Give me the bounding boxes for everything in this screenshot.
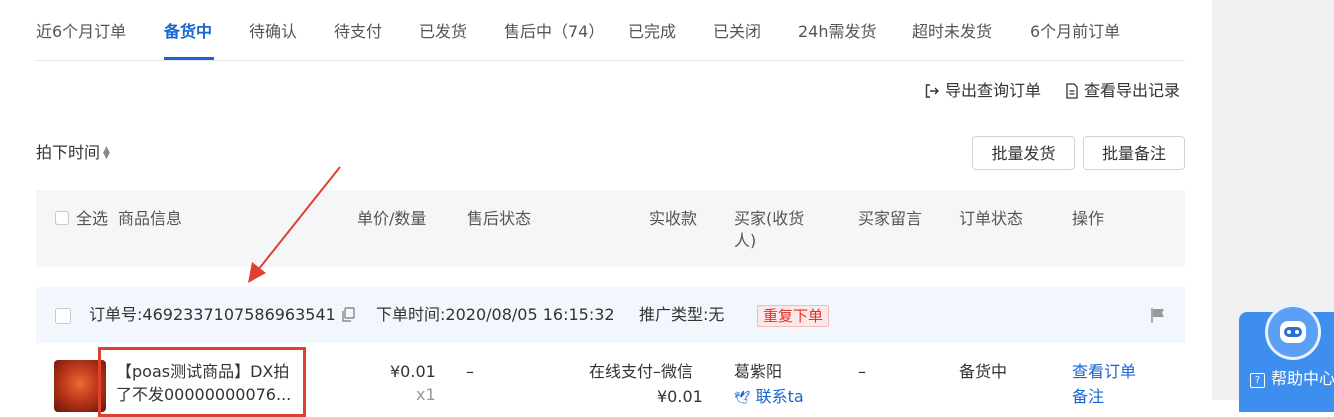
column-actions: 操作 — [1072, 209, 1105, 228]
column-price-quantity: 单价/数量 — [357, 209, 427, 228]
order-number: 订单号:4692337107586963541 — [89, 304, 336, 326]
help-center-link[interactable]: ? 帮助中心 — [1250, 368, 1334, 390]
buyer-name: 葛紫阳 — [734, 362, 783, 381]
order-info-bar: 订单号:4692337107586963541 下单时间:2020/08/05 … — [36, 287, 1185, 343]
column-received-amount: 实收款 — [649, 209, 698, 228]
note-link[interactable]: 备注 — [1072, 386, 1104, 408]
table-header: 全选 商品信息 单价/数量 售后状态 实收款 买家(收货人) 买家留言 订单状态… — [36, 190, 1185, 267]
repeat-order-badge: 重复下单 — [757, 305, 830, 327]
sort-by-order-time[interactable]: 拍下时间 ▲ ▼ — [36, 142, 110, 164]
tab-closed[interactable]: 已关闭 — [713, 20, 761, 44]
export-query-orders-link[interactable]: 导出查询订单 — [924, 80, 1041, 102]
promo-type-label: 推广类型: — [639, 305, 709, 324]
tab-stocking[interactable]: 备货中 — [164, 20, 212, 44]
contact-buyer-link[interactable]: 🕊 联系ta — [734, 386, 804, 410]
sort-label-text: 拍下时间 — [36, 143, 101, 162]
order-number-label: 订单号: — [89, 305, 143, 324]
export-query-label: 导出查询订单 — [945, 81, 1042, 100]
view-export-records-link[interactable]: 查看导出记录 — [1065, 80, 1180, 102]
column-buyer-line2: 人) — [734, 231, 757, 250]
export-icon — [924, 81, 945, 100]
promo-type-value: 无 — [708, 305, 725, 324]
tab-older-than-6-months[interactable]: 6个月前订单 — [1030, 20, 1120, 44]
tab-pending-payment[interactable]: 待支付 — [334, 20, 382, 44]
quantity: x1 — [416, 385, 436, 404]
batch-ship-button[interactable]: 批量发货 — [972, 136, 1075, 170]
view-export-records-label: 查看导出记录 — [1084, 81, 1181, 100]
chat-bird-icon: 🕊 — [734, 391, 751, 406]
robot-avatar-icon[interactable] — [1265, 304, 1321, 360]
tab-pending-confirm[interactable]: 待确认 — [249, 20, 297, 44]
order-time-value: 2020/08/05 16:15:32 — [445, 305, 615, 324]
question-icon: ? — [1250, 373, 1265, 388]
promo-type: 推广类型:无 — [639, 304, 724, 326]
tab-shipped[interactable]: 已发货 — [419, 20, 467, 44]
help-center-label: 帮助中心 — [1271, 369, 1334, 388]
tab-overdue-unshipped[interactable]: 超时未发货 — [912, 20, 992, 44]
column-buyer-line1: 买家(收货 — [734, 209, 805, 228]
column-buyer: 买家(收货人) — [734, 208, 804, 252]
order-tabs: 近6个月订单 备货中 待确认 待支付 已发货 售后中（74） 已完成 已关闭 2… — [36, 0, 1185, 61]
tab-recent-6-months[interactable]: 近6个月订单 — [36, 20, 126, 44]
order-checkbox[interactable] — [55, 308, 71, 324]
unit-price: ¥0.01 — [390, 362, 436, 381]
tab-24h-ship[interactable]: 24h需发货 — [798, 20, 877, 44]
column-buyer-message: 买家留言 — [858, 209, 923, 228]
flag-icon[interactable] — [1150, 307, 1166, 327]
column-order-status: 订单状态 — [959, 209, 1024, 228]
tab-after-sale[interactable]: 售后中（74） — [504, 20, 604, 44]
order-number-value: 4692337107586963541 — [142, 305, 336, 324]
buyer-message: – — [858, 362, 866, 381]
tab-completed[interactable]: 已完成 — [628, 20, 676, 44]
select-all-label[interactable]: 全选 — [76, 208, 108, 230]
column-product-info: 商品信息 — [118, 209, 183, 228]
order-status: 备货中 — [959, 362, 1008, 381]
after-sale-status: – — [466, 362, 474, 381]
order-time-label: 下单时间: — [376, 305, 446, 324]
batch-note-button[interactable]: 批量备注 — [1083, 136, 1185, 170]
order-time: 下单时间:2020/08/05 16:15:32 — [376, 304, 615, 326]
contact-buyer-label: 联系ta — [755, 387, 804, 406]
received-amount: ¥0.01 — [657, 387, 703, 406]
sort-arrows-icon: ▲ ▼ — [103, 145, 110, 161]
copy-icon[interactable] — [341, 307, 355, 326]
column-after-sale-status: 售后状态 — [467, 209, 532, 228]
document-icon — [1065, 81, 1084, 100]
select-all-checkbox[interactable] — [55, 211, 69, 225]
active-tab-indicator — [164, 57, 214, 60]
payment-method: 在线支付–微信 — [589, 362, 694, 381]
annotation-highlight-box — [98, 347, 306, 417]
view-order-link[interactable]: 查看订单 — [1072, 361, 1136, 383]
